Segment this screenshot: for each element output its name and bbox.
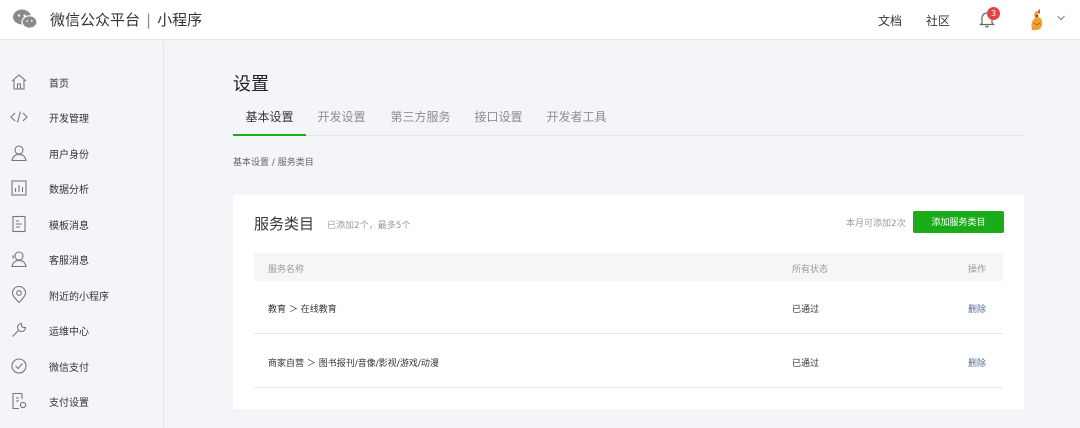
add-category-button[interactable]: 添加服务类目 <box>913 211 1004 233</box>
sidebar-item-label: 微信支付 <box>49 363 89 374</box>
service-category-card: 服务类目 已添加2个，最多5个 本月可添加2次 添加服务类目 服务名称 所有状态… <box>233 195 1024 409</box>
sidebar-item-label: 客服消息 <box>49 256 89 267</box>
notification-badge: 3 <box>987 7 1000 20</box>
community-link[interactable]: 社区 <box>926 12 950 29</box>
column-header-name: 服务名称 <box>268 265 305 275</box>
column-header-action: 操作 <box>968 265 987 275</box>
category-status: 已通过 <box>792 305 820 315</box>
sidebar-item-label: 支付设置 <box>49 398 89 409</box>
quota-text: 本月可添加2次 <box>846 219 906 229</box>
tab-dev-tools[interactable]: 开发者工具 <box>541 108 612 136</box>
avatar[interactable] <box>1026 8 1048 32</box>
wechat-logo-icon <box>13 9 38 29</box>
sidebar-item-home[interactable]: 首页 <box>0 67 163 97</box>
chevron-down-icon[interactable] <box>1056 14 1066 22</box>
code-icon <box>10 111 28 123</box>
support-icon <box>11 251 27 268</box>
sidebar-item-dev-management[interactable]: 开发管理 <box>0 102 163 132</box>
payment-icon <box>11 358 27 374</box>
sidebar: 首页 开发管理 用户身份 数据分析 模板消息 客服消息 附近的小程序 运维中心 … <box>0 41 164 428</box>
sidebar-item-user-identity[interactable]: 用户身份 <box>0 138 163 168</box>
top-bar: 微信公众平台 | 小程序 文档 社区 3 <box>0 0 1080 40</box>
user-icon <box>11 145 27 162</box>
sidebar-item-ops-center[interactable]: 运维中心 <box>0 315 163 345</box>
column-header-status: 所有状态 <box>792 265 829 275</box>
tab-dev-settings[interactable]: 开发设置 <box>313 108 370 136</box>
breadcrumb: 基本设置 / 服务类目 <box>233 158 314 168</box>
delete-link[interactable]: 删除 <box>968 356 986 369</box>
sidebar-item-label: 开发管理 <box>49 114 89 125</box>
bar-chart-icon <box>11 180 27 196</box>
table-row: 教育 ＞ 在线教育 已通过 删除 <box>254 281 1003 334</box>
card-title: 服务类目 <box>254 215 315 233</box>
sidebar-item-label: 首页 <box>49 79 69 90</box>
category-name: 教育 ＞ 在线教育 <box>268 305 337 315</box>
sidebar-item-label: 运维中心 <box>49 327 89 338</box>
brand-product: 小程序 <box>157 11 203 29</box>
sidebar-item-customer-service[interactable]: 客服消息 <box>0 244 163 274</box>
payment-settings-icon <box>12 392 27 410</box>
table-header: 服务名称 所有状态 操作 <box>254 253 1003 281</box>
tab-basic-settings[interactable]: 基本设置 <box>233 108 306 136</box>
sidebar-item-wechat-pay[interactable]: 微信支付 <box>0 351 163 381</box>
brand-separator: | <box>146 11 152 29</box>
sidebar-item-nearby[interactable]: 附近的小程序 <box>0 280 163 310</box>
sidebar-item-label: 用户身份 <box>49 150 89 161</box>
document-icon <box>12 215 26 233</box>
brand-name: 微信公众平台 <box>50 11 141 29</box>
sidebar-item-pay-settings[interactable]: 支付设置 <box>0 386 163 416</box>
tab-third-party[interactable]: 第三方服务 <box>386 108 455 136</box>
sidebar-item-template-messages[interactable]: 模板消息 <box>0 209 163 239</box>
brand-title[interactable]: 微信公众平台 | 小程序 <box>50 9 202 30</box>
settings-tabs: 基本设置 开发设置 第三方服务 接口设置 开发者工具 <box>233 108 1024 136</box>
category-status: 已通过 <box>792 359 820 369</box>
home-icon <box>11 74 27 90</box>
category-name: 商家自营 ＞ 图书报刊/音像/影视/游戏/动漫 <box>268 359 439 369</box>
card-subtitle: 已添加2个，最多5个 <box>327 221 411 231</box>
docs-link[interactable]: 文档 <box>878 12 902 29</box>
page-title: 设置 <box>233 74 269 95</box>
table-row: 商家自营 ＞ 图书报刊/音像/影视/游戏/动漫 已通过 删除 <box>254 335 1003 388</box>
tab-api-settings[interactable]: 接口设置 <box>470 108 527 136</box>
sidebar-item-label: 数据分析 <box>49 185 89 196</box>
sidebar-item-data-analysis[interactable]: 数据分析 <box>0 173 163 203</box>
sidebar-item-label: 模板消息 <box>49 221 89 232</box>
wrench-icon <box>12 322 27 337</box>
delete-link[interactable]: 删除 <box>968 302 986 315</box>
location-icon <box>11 286 27 304</box>
sidebar-item-label: 附近的小程序 <box>49 292 109 303</box>
